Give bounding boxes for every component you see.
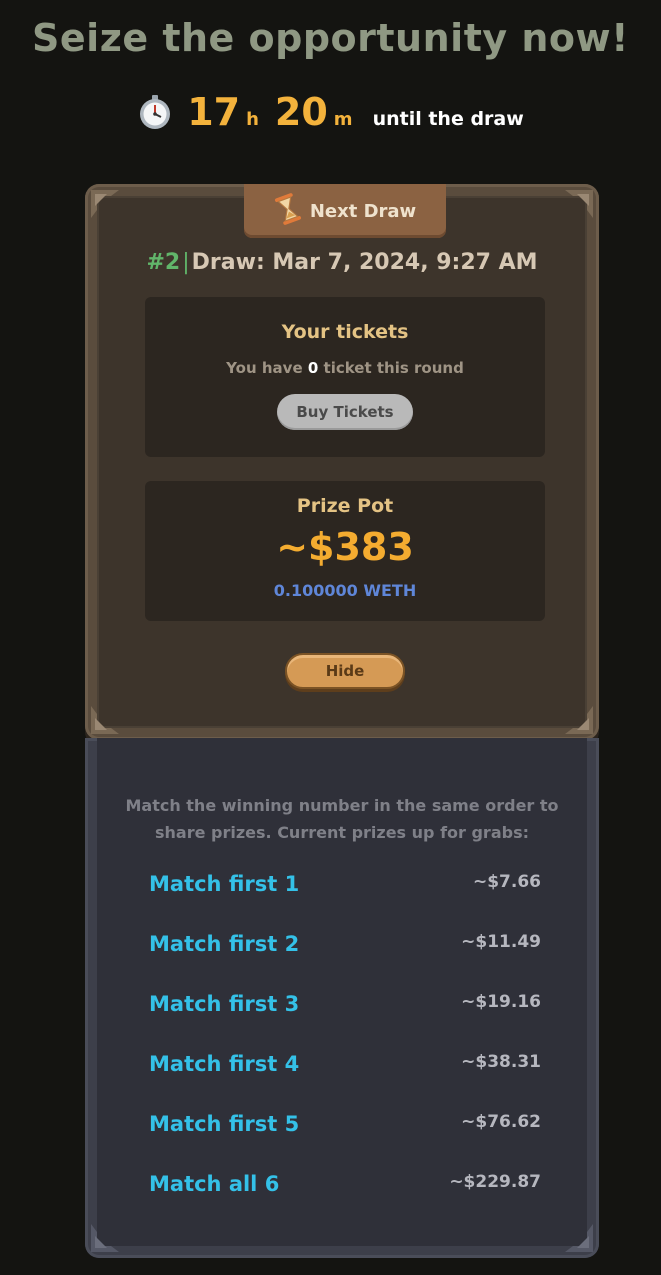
next-draw-card: Next Draw #2|Draw: Mar 7, 2024, 9:27 AM … bbox=[85, 184, 599, 740]
tickets-count: 0 bbox=[307, 359, 319, 377]
tickets-prefix: You have bbox=[226, 359, 303, 377]
next-draw-card-inner bbox=[97, 196, 587, 728]
corner-ornament-icon bbox=[89, 1220, 123, 1254]
prize-row-value: ~$11.49 bbox=[461, 932, 541, 952]
prize-row-label: Match all 6 bbox=[149, 1172, 280, 1196]
tickets-status: You have 0 ticket this round bbox=[145, 359, 545, 377]
prize-row: Match first 2 ~$11.49 bbox=[149, 932, 541, 962]
prize-row-value: ~$7.66 bbox=[472, 872, 541, 892]
next-draw-tab: Next Draw bbox=[244, 184, 446, 238]
countdown: 17 h 20 m until the draw bbox=[0, 90, 661, 134]
prize-row-label: Match first 2 bbox=[149, 932, 300, 956]
prize-row: Match first 4 ~$38.31 bbox=[149, 1052, 541, 1082]
hide-button[interactable]: Hide bbox=[285, 653, 405, 689]
prize-row-label: Match first 1 bbox=[149, 872, 300, 896]
prize-pot-weth: 0.100000 WETH bbox=[273, 581, 417, 600]
tickets-panel: Your tickets You have 0 ticket this roun… bbox=[145, 297, 545, 457]
draw-info: #2|Draw: Mar 7, 2024, 9:27 AM bbox=[85, 250, 599, 275]
minutes-value: 20 bbox=[274, 90, 328, 134]
corner-ornament-icon bbox=[561, 1220, 595, 1254]
round-number: #2 bbox=[146, 250, 181, 275]
prize-row-value: ~$229.87 bbox=[449, 1172, 541, 1192]
corner-ornament-icon bbox=[89, 188, 123, 222]
prizes-explanation-line: Match the winning number in the same ord… bbox=[125, 796, 559, 815]
draw-date: Draw: Mar 7, 2024, 9:27 AM bbox=[191, 250, 538, 275]
hours-unit: h bbox=[246, 109, 259, 130]
prize-row: Match all 6 ~$229.87 bbox=[149, 1172, 541, 1202]
minutes-unit: m bbox=[333, 109, 353, 130]
prize-row: Match first 5 ~$76.62 bbox=[149, 1112, 541, 1142]
headline: Seize the opportunity now! bbox=[32, 16, 629, 60]
next-draw-tab-label: Next Draw bbox=[309, 200, 417, 222]
prize-row: Match first 3 ~$19.16 bbox=[149, 992, 541, 1022]
buy-tickets-button[interactable]: Buy Tickets bbox=[277, 394, 413, 430]
prize-row-value: ~$19.16 bbox=[461, 992, 541, 1012]
prize-row-label: Match first 3 bbox=[149, 992, 300, 1016]
prizes-explanation: Match the winning number in the same ord… bbox=[125, 792, 559, 846]
prizes-explanation-line: share prizes. Current prizes up for grab… bbox=[155, 823, 529, 842]
prize-row-value: ~$76.62 bbox=[461, 1112, 541, 1132]
countdown-suffix: until the draw bbox=[372, 108, 524, 130]
prize-pot-title: Prize Pot bbox=[296, 495, 394, 517]
prize-row-label: Match first 4 bbox=[149, 1052, 300, 1076]
prizes-card: Match the winning number in the same ord… bbox=[85, 738, 599, 1258]
prize-row-label: Match first 5 bbox=[149, 1112, 300, 1136]
hourglass-icon bbox=[274, 193, 302, 229]
round-separator: | bbox=[182, 250, 190, 275]
prize-pot-value: ~$383 bbox=[276, 525, 414, 569]
corner-ornament-icon bbox=[89, 702, 123, 736]
hours-value: 17 bbox=[187, 90, 241, 134]
corner-ornament-icon bbox=[561, 702, 595, 736]
corner-ornament-icon bbox=[561, 188, 595, 222]
tickets-title: Your tickets bbox=[281, 321, 409, 343]
stopwatch-icon bbox=[137, 94, 173, 130]
prize-pot-panel: Prize Pot ~$383 0.100000 WETH bbox=[145, 481, 545, 621]
prize-row: Match first 1 ~$7.66 bbox=[149, 872, 541, 902]
prize-row-value: ~$38.31 bbox=[461, 1052, 541, 1072]
tickets-suffix: ticket this round bbox=[323, 359, 464, 377]
